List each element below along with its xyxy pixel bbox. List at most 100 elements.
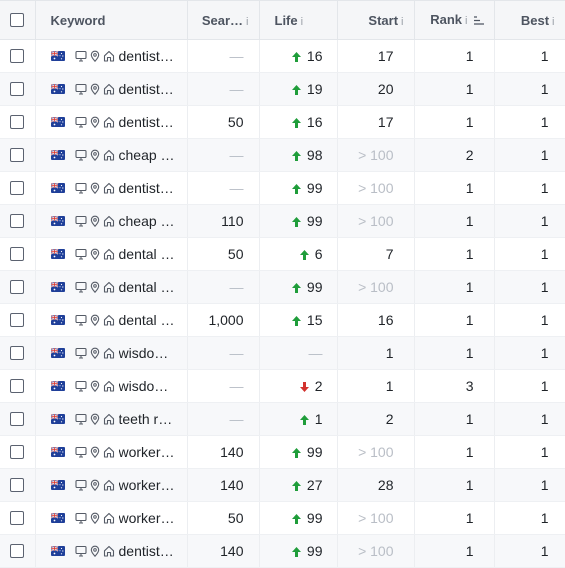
row-checkbox[interactable]: [10, 214, 24, 228]
column-header-keyword[interactable]: Keyword: [35, 0, 188, 40]
keyword-cell[interactable]: teeth r…: [35, 402, 188, 436]
select-all-checkbox[interactable]: [10, 13, 24, 27]
row-checkbox-cell[interactable]: [0, 270, 36, 304]
info-icon[interactable]: i: [465, 15, 467, 27]
location-pin-icon: [89, 149, 101, 161]
info-icon[interactable]: i: [552, 16, 554, 28]
row-checkbox-cell[interactable]: [0, 105, 36, 139]
keyword-text[interactable]: dental i…: [119, 279, 177, 295]
row-checkbox[interactable]: [10, 544, 24, 558]
row-checkbox-cell[interactable]: [0, 171, 36, 205]
keyword-cell[interactable]: dentist…: [35, 39, 188, 73]
row-checkbox[interactable]: [10, 379, 24, 393]
keyword-cell[interactable]: dentist…: [35, 171, 188, 205]
keyword-text[interactable]: dental i…: [119, 246, 177, 262]
keyword-cell[interactable]: worker…: [35, 435, 188, 469]
row-checkbox[interactable]: [10, 412, 24, 426]
keyword-cell[interactable]: dental i…: [35, 237, 188, 271]
row-checkbox-cell[interactable]: [0, 402, 36, 436]
row-checkbox[interactable]: [10, 247, 24, 261]
rank-up-arrow-icon: [299, 246, 315, 262]
keyword-cell[interactable]: dentist…: [35, 105, 188, 139]
best-cell: 1: [494, 468, 565, 502]
keyword-cell[interactable]: dental i…: [35, 303, 188, 337]
table-row[interactable]: dental i… 50 6 7 1 1: [0, 237, 565, 271]
keyword-text[interactable]: teeth r…: [119, 411, 173, 427]
table-row[interactable]: cheap i… — 98 > 100 2 1: [0, 138, 565, 172]
table-row[interactable]: teeth r… —1 2 1 1: [0, 402, 565, 436]
info-icon[interactable]: i: [401, 16, 403, 28]
column-header-rank[interactable]: Rank i: [414, 0, 495, 40]
keyword-cell[interactable]: wisdo…: [35, 369, 188, 403]
row-checkbox[interactable]: [10, 313, 24, 327]
info-icon[interactable]: i: [246, 16, 248, 28]
keyword-text[interactable]: wisdo…: [119, 345, 169, 361]
row-checkbox[interactable]: [10, 181, 24, 195]
row-checkbox-cell[interactable]: [0, 72, 36, 106]
info-icon[interactable]: i: [301, 16, 303, 28]
table-row[interactable]: dentist… 50 16 17 1 1: [0, 105, 565, 139]
keyword-cell[interactable]: dental i…: [35, 270, 188, 304]
row-checkbox-cell[interactable]: [0, 237, 36, 271]
start-cell: 1: [337, 369, 415, 403]
row-checkbox-cell[interactable]: [0, 435, 36, 469]
keyword-text[interactable]: worker…: [119, 477, 175, 493]
desktop-icon: [74, 281, 87, 293]
keyword-text[interactable]: dentist…: [119, 81, 174, 97]
keyword-text[interactable]: wisdo…: [119, 378, 169, 394]
row-checkbox[interactable]: [10, 148, 24, 162]
table-row[interactable]: worker… 50 99 > 100 1 1: [0, 501, 565, 535]
table-row[interactable]: dentist… —16 17 1 1: [0, 39, 565, 73]
table-row[interactable]: dentist… —19 20 1 1: [0, 72, 565, 106]
keyword-text[interactable]: dentist…: [119, 180, 174, 196]
keyword-text[interactable]: dentist…: [119, 114, 174, 130]
keyword-cell[interactable]: cheap …: [35, 204, 188, 238]
keyword-text[interactable]: cheap i…: [119, 147, 177, 163]
row-checkbox[interactable]: [10, 478, 24, 492]
row-checkbox[interactable]: [10, 511, 24, 525]
sort-icon[interactable]: [473, 13, 484, 28]
keyword-cell[interactable]: wisdo…: [35, 336, 188, 370]
keyword-text[interactable]: dentist…: [119, 48, 174, 64]
row-checkbox-cell[interactable]: [0, 303, 36, 337]
row-checkbox[interactable]: [10, 49, 24, 63]
search-volume-cell: —: [187, 369, 260, 403]
keyword-cell[interactable]: dentist…: [35, 72, 188, 106]
row-checkbox-cell[interactable]: [0, 138, 36, 172]
table-row[interactable]: dentist… —99 > 100 1 1: [0, 171, 565, 205]
keyword-cell[interactable]: worker…: [35, 468, 188, 502]
keyword-text[interactable]: worker…: [119, 510, 175, 526]
row-checkbox[interactable]: [10, 445, 24, 459]
column-header-start[interactable]: Start i: [337, 0, 415, 40]
row-checkbox-cell[interactable]: [0, 39, 36, 73]
table-row[interactable]: dental i… 1,000 15 16 1 1: [0, 303, 565, 337]
table-row[interactable]: worker… 140 27 28 1 1: [0, 468, 565, 502]
row-checkbox[interactable]: [10, 82, 24, 96]
column-header-search-volume[interactable]: Sear… i: [187, 0, 260, 40]
table-row[interactable]: worker… 140 99 > 100 1 1: [0, 435, 565, 469]
rank-cell: 1: [414, 303, 495, 337]
row-checkbox-cell[interactable]: [0, 336, 36, 370]
row-checkbox-cell[interactable]: [0, 468, 36, 502]
keyword-text[interactable]: cheap …: [119, 213, 175, 229]
table-row[interactable]: cheap … 110 99 > 100 1 1: [0, 204, 565, 238]
row-checkbox-cell[interactable]: [0, 369, 36, 403]
row-checkbox[interactable]: [10, 115, 24, 129]
row-checkbox-cell[interactable]: [0, 204, 36, 238]
row-checkbox[interactable]: [10, 280, 24, 294]
keyword-cell[interactable]: worker…: [35, 501, 188, 535]
column-header-best[interactable]: Best i: [494, 0, 565, 40]
keyword-text[interactable]: dentist…: [119, 543, 174, 559]
keyword-cell[interactable]: cheap i…: [35, 138, 188, 172]
rank-cell: 1: [414, 501, 495, 535]
select-all-checkbox-cell[interactable]: [0, 0, 36, 40]
table-row[interactable]: wisdo… —2 1 3 1: [0, 369, 565, 403]
column-header-life[interactable]: Life i: [259, 0, 338, 40]
keyword-text[interactable]: dental i…: [119, 312, 177, 328]
table-row[interactable]: dental i… —99 > 100 1 1: [0, 270, 565, 304]
row-checkbox-cell[interactable]: [0, 501, 36, 535]
start-cell: > 100: [337, 204, 415, 238]
table-row[interactable]: wisdo… — —1 1 1: [0, 336, 565, 370]
keyword-text[interactable]: worker…: [119, 444, 175, 460]
row-checkbox[interactable]: [10, 346, 24, 360]
